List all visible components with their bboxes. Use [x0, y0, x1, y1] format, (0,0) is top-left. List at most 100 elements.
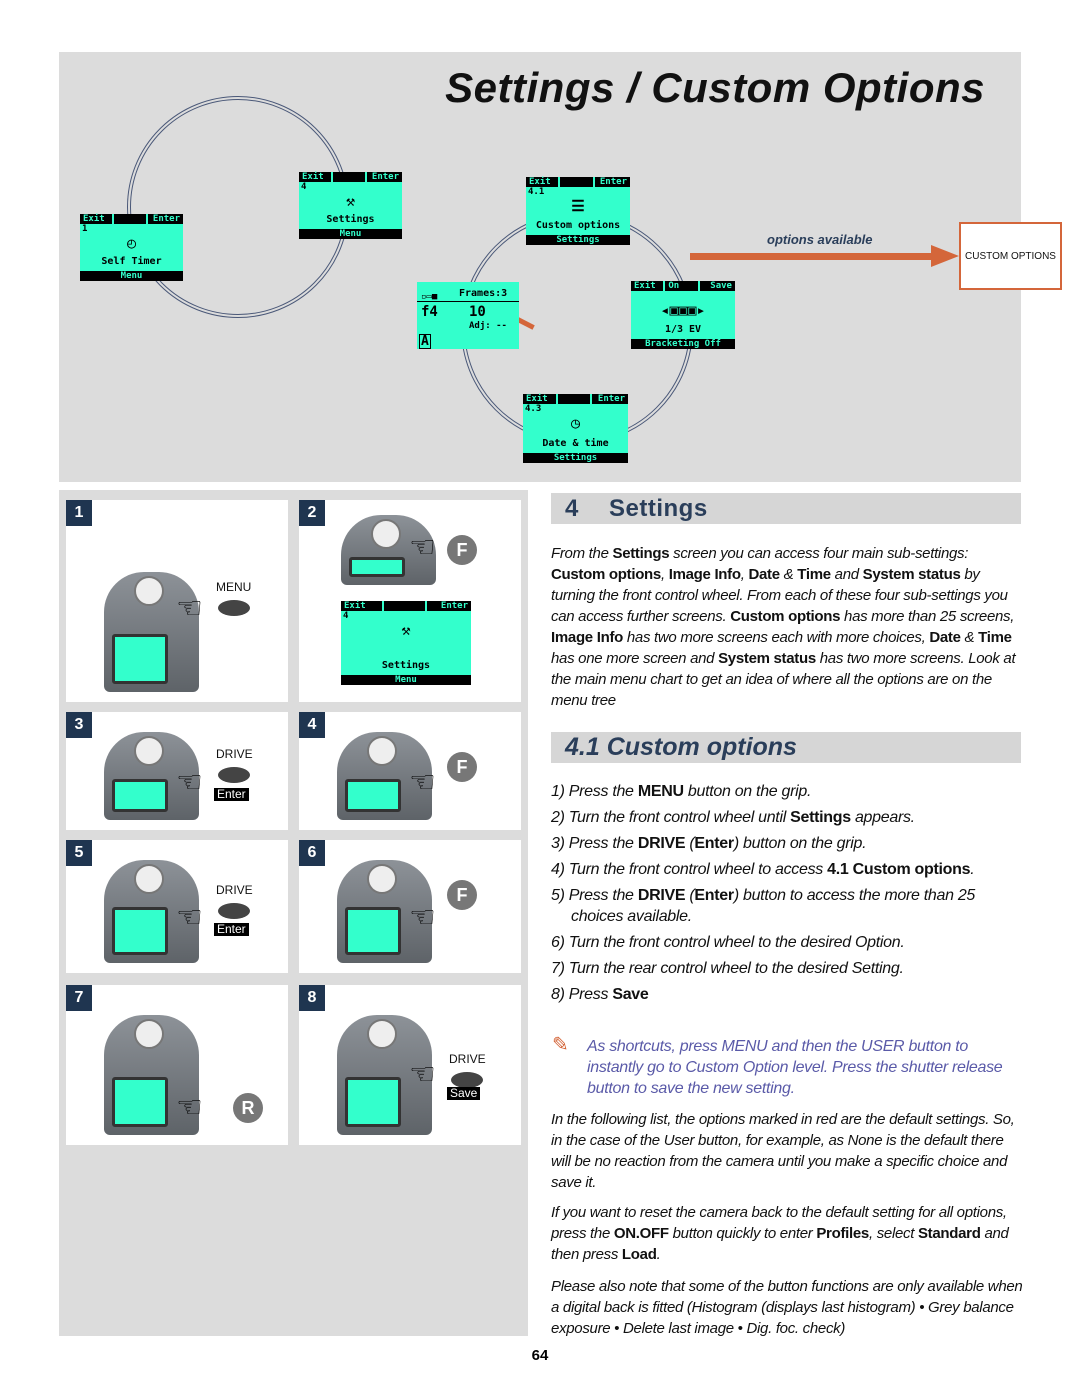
lcd-date-time: Exit Enter 4.3 ◷ Date & time Settings [523, 394, 629, 463]
lcd-custom-options: Exit Enter 4.1 ☰ Custom options Settings [526, 177, 630, 245]
text-run: From the [551, 545, 613, 562]
text-run: and [830, 566, 863, 583]
softkey-label [384, 601, 425, 611]
softkey-label [333, 172, 365, 182]
softkey-label: Enter [594, 177, 630, 187]
text-run: screen you can access four main sub-sett… [669, 545, 969, 562]
bold-term: ON.OFF [613, 1225, 669, 1242]
arrow-icon [931, 245, 959, 267]
bold-term: Standard [917, 1225, 981, 1242]
screen-number: 4.1 [528, 187, 545, 197]
bold-term: MENU [637, 783, 684, 800]
control-wheel-r-icon: R [233, 1093, 263, 1123]
button-icon [218, 767, 250, 783]
pencil-icon: ✎ [552, 1034, 569, 1056]
step-number-badge: 2 [299, 500, 325, 526]
button-label: MENU [216, 580, 252, 594]
step-number-badge: 4 [299, 712, 325, 738]
softkey-label: Enter [367, 172, 402, 182]
pointing-hand-icon: ☜ [409, 531, 436, 564]
control-wheel-f-icon: F [447, 535, 477, 565]
softkey-label: Exit [631, 281, 664, 291]
step-item: 5) Press the DRIVE (Enter) button to acc… [551, 885, 1021, 927]
button-label: DRIVE [216, 883, 253, 897]
body-paragraph: If you want to reset the camera back to … [551, 1202, 1023, 1265]
text-run: , select [868, 1225, 918, 1242]
lcd-settings: Exit Enter 4 ⚒ Settings Menu [299, 172, 402, 239]
softkey-label: Exit [80, 214, 112, 224]
steps-panel: 1 ☜ MENU 2 ☜ F Exit Enter 4 ⚒ Settings Menu 3 ☜ DRIVE E… [59, 490, 528, 1336]
text-run: In the following list, the options marke… [551, 1111, 1015, 1191]
bold-term: Custom options [551, 566, 661, 583]
button-function-tag: Enter [214, 923, 249, 936]
button-label: DRIVE [216, 747, 253, 761]
softkey-label: Exit [341, 601, 382, 611]
aperture-text: f4 [421, 304, 438, 320]
text-run: 1) Press the [551, 783, 638, 800]
text-run: , [660, 566, 669, 583]
screen-footer: Menu [341, 675, 471, 685]
step-item: 6) Turn the front control wheel to the d… [551, 932, 1021, 953]
button-function-tag: Enter [214, 788, 249, 801]
bold-term: Time [797, 566, 831, 583]
body-paragraph: In the following list, the options marke… [551, 1109, 1023, 1193]
text-run: appears. [850, 809, 915, 826]
wrench-icon: ⚒ [345, 192, 356, 210]
text-run: & [960, 629, 979, 646]
section-heading-4: 4 Settings [551, 493, 1021, 524]
screen-title: Self Timer [101, 256, 162, 267]
text-run: . [970, 861, 975, 878]
body-paragraph: Please also note that some of the button… [551, 1276, 1023, 1339]
shortcut-note: As shortcuts, press MENU and then the US… [587, 1038, 1003, 1097]
step-cell-3: 3 ☜ DRIVE Enter [66, 712, 288, 830]
step-item: 2) Turn the front control wheel until Se… [551, 807, 1021, 828]
step-item: 3) Press the DRIVE (Enter) button on the… [551, 833, 1021, 854]
section-title: Settings [609, 495, 708, 522]
softkey-label: Exit [523, 394, 556, 404]
screen-title: Custom options [535, 220, 621, 231]
step-item: 7) Turn the rear control wheel to the de… [551, 958, 1021, 979]
bold-term: DRIVE [637, 835, 686, 852]
softkey-label: Exit [299, 172, 331, 182]
text-run: has two more screens each with more choi… [623, 629, 930, 646]
text-run: & [779, 566, 798, 583]
step-cell-7: 7 ☜ R [66, 985, 288, 1145]
options-available-label: options available [767, 232, 873, 247]
screen-number: 4 [301, 182, 307, 192]
section-number: 4 [565, 495, 579, 522]
section-heading-4-1: 4.1 Custom options [551, 732, 1021, 763]
text-run: 3) Press the [551, 835, 638, 852]
softkey-label: Enter [427, 601, 471, 611]
button-label: DRIVE [449, 1052, 486, 1066]
softkey-label [560, 177, 593, 187]
step-cell-5: 5 ☜ DRIVE Enter [66, 840, 288, 973]
bold-term: System status [862, 566, 961, 583]
softkey-label [114, 214, 146, 224]
lcd-main-screen: Frames:3 ▫▭■ f4 10 Adj: -- A [417, 282, 519, 349]
pointing-hand-icon: ☜ [176, 900, 203, 934]
custom-options-box: CUSTOM OPTIONS [959, 222, 1062, 290]
bold-term: Enter [694, 887, 734, 904]
screen-title: 1/3 EV [664, 324, 702, 335]
bold-term: Load [621, 1246, 657, 1263]
mode-text: A [419, 334, 431, 349]
clock-icon: ◷ [570, 414, 581, 432]
screen-title: Date & time [542, 438, 609, 449]
step-item: 1) Press the MENU button on the grip. [551, 781, 1021, 802]
control-wheel-f-icon: F [447, 752, 477, 782]
screen-title: Settings [381, 660, 431, 671]
step-number-badge: 3 [66, 712, 92, 738]
settings-icon: ⚒ [401, 621, 411, 639]
bold-term: 4.1 Custom options [827, 861, 971, 878]
lcd-bracketing: Exit On Save ◂▣▣▣▸ 1/3 EV Bracketing Off [631, 281, 735, 349]
pointing-hand-icon: ☜ [409, 1058, 436, 1091]
control-wheel-f-icon: F [447, 880, 477, 910]
bold-term: Image Info [551, 629, 624, 646]
text-run: 8) Press [551, 986, 613, 1003]
bold-term: Settings [612, 545, 670, 562]
section-title: 4.1 Custom options [565, 733, 797, 761]
pointing-hand-icon: ☜ [409, 766, 436, 800]
pointing-hand-icon: ☜ [176, 766, 203, 800]
step-cell-6: 6 ☜ F [299, 840, 521, 973]
softkey-label: Save [699, 281, 735, 291]
